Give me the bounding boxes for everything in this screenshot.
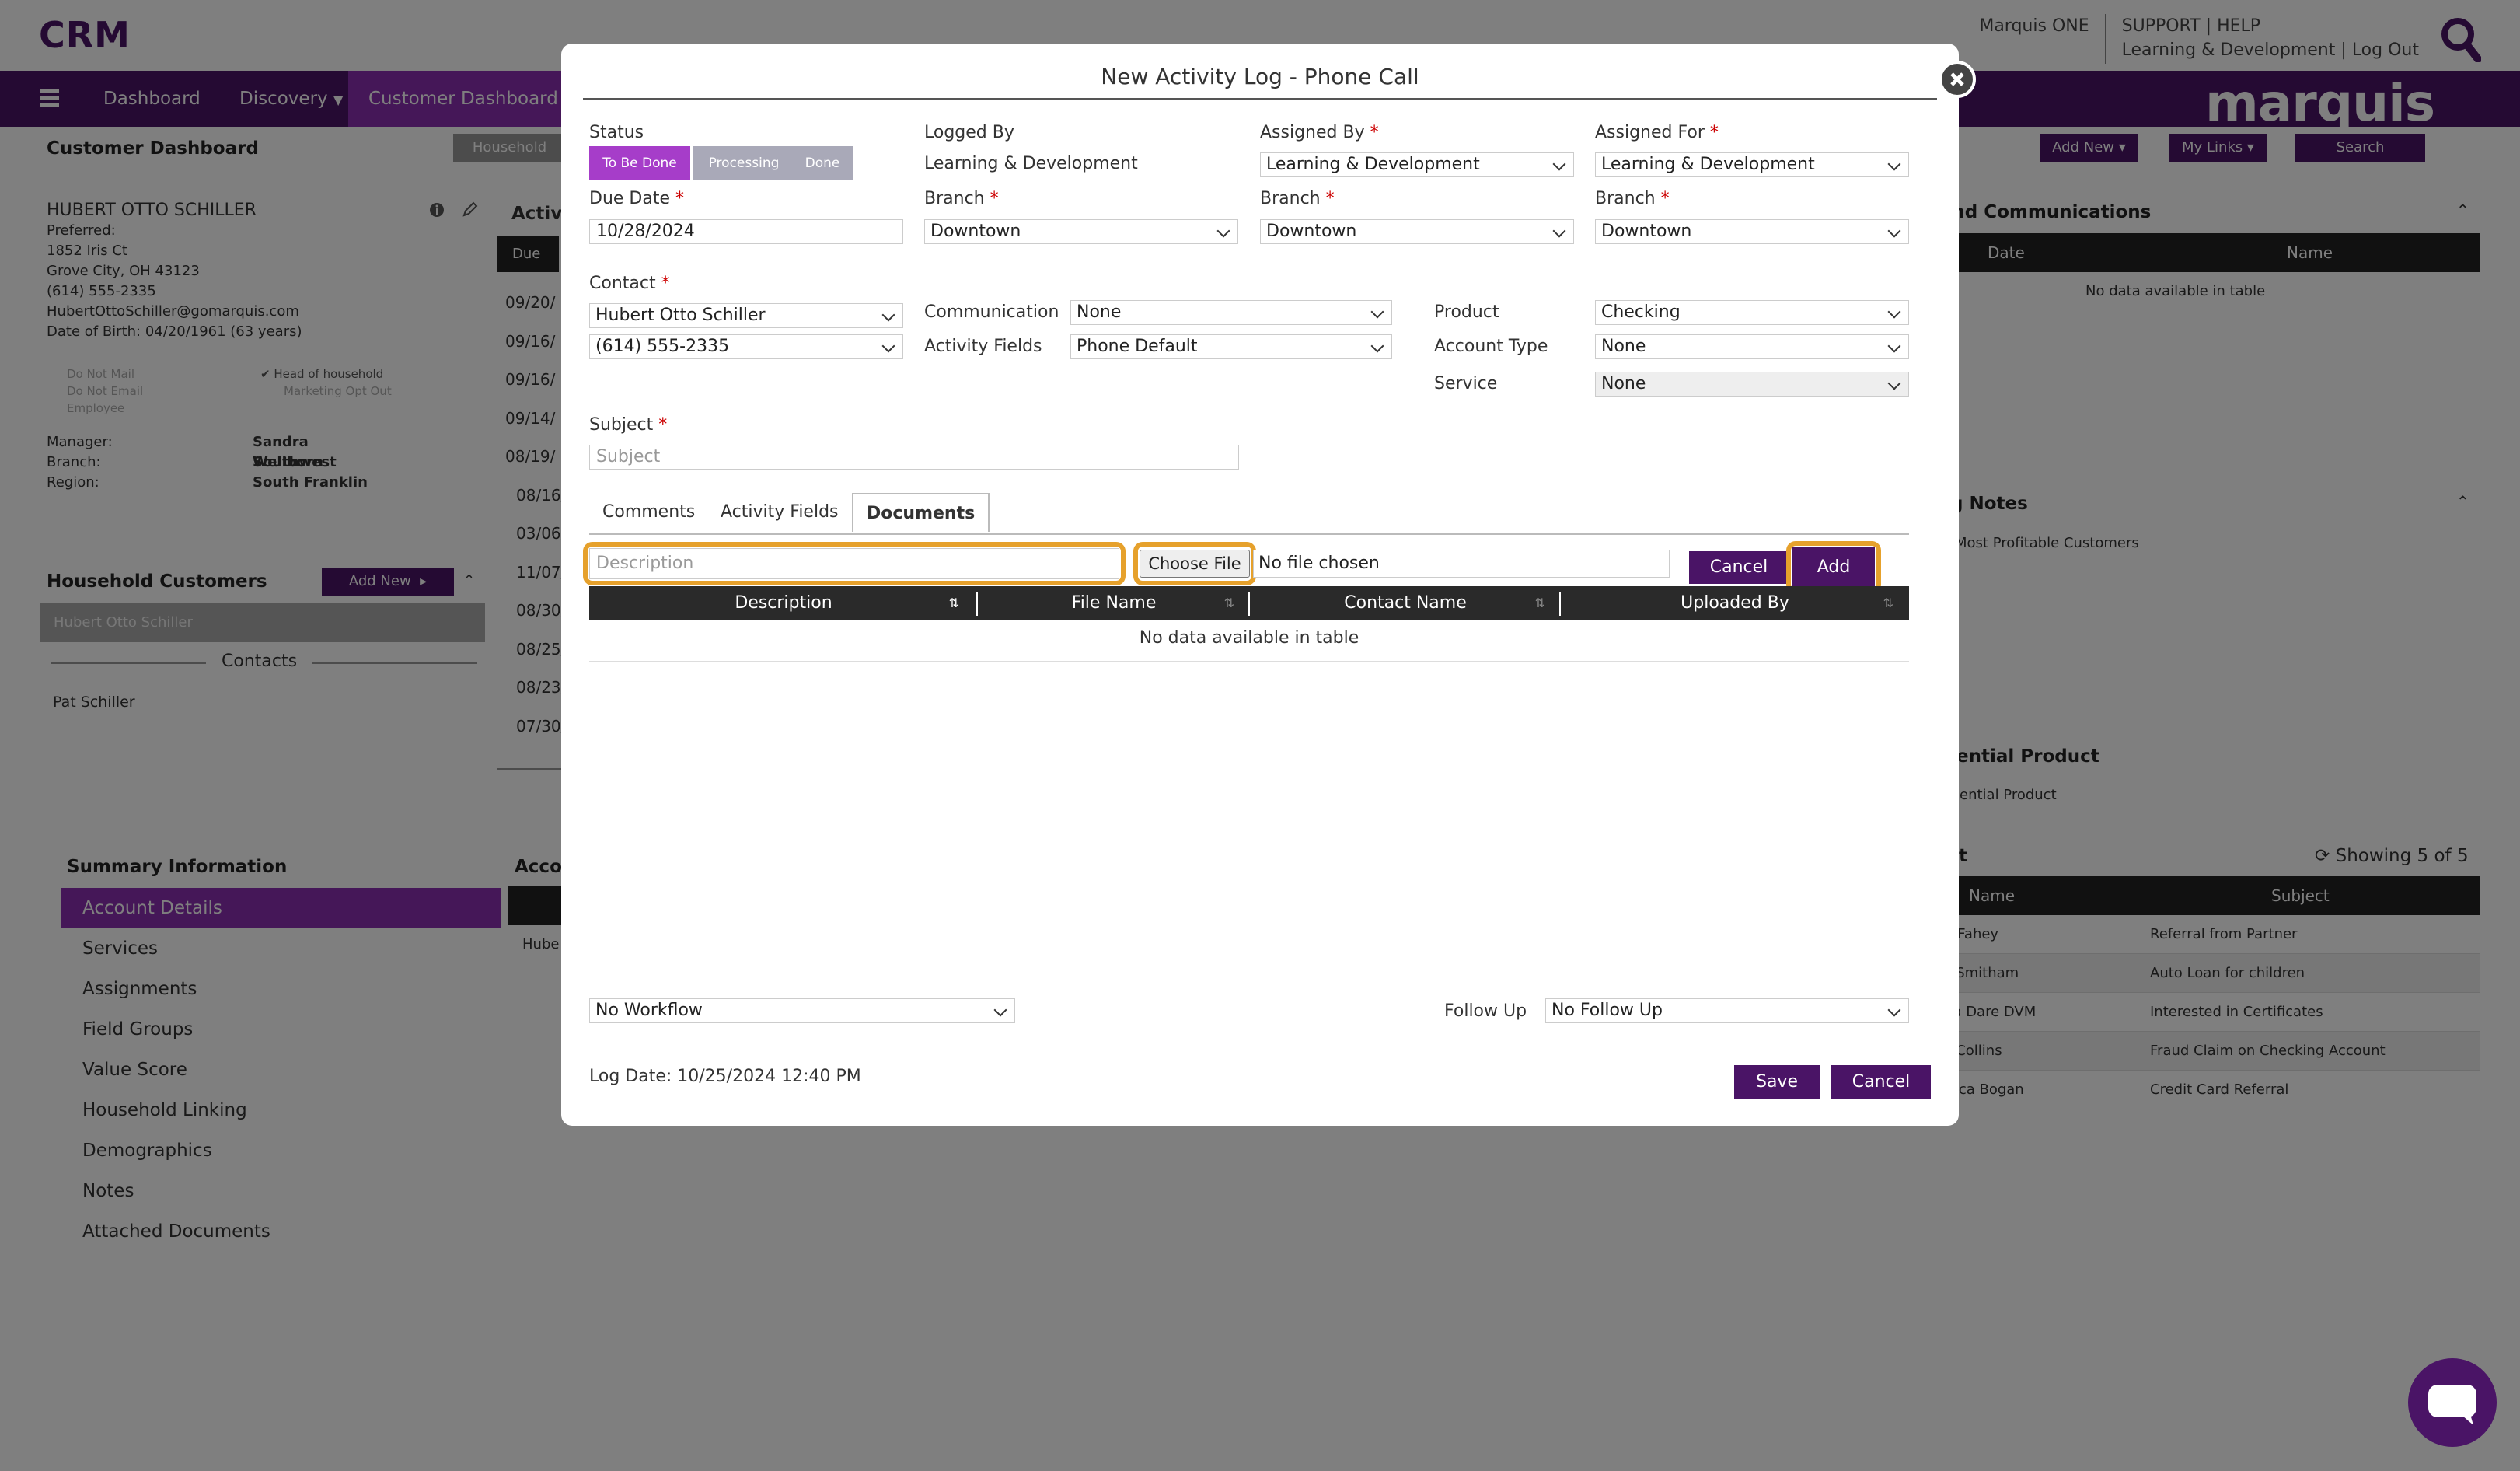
branch-label: Branch *	[924, 189, 999, 208]
account-type-label: Account Type	[1434, 337, 1548, 356]
chevron-down-icon	[1887, 376, 1901, 390]
th-contact-name[interactable]: Contact Name ⇅	[1250, 586, 1561, 620]
workflow-select[interactable]: No Workflow	[589, 998, 1015, 1023]
chevron-down-icon	[881, 339, 895, 353]
sort-icon: ⇅	[948, 596, 959, 610]
chevron-down-icon	[1216, 224, 1230, 238]
assigned-by-branch-select[interactable]: Downtown	[1260, 219, 1574, 244]
branch-label: Branch *	[1595, 189, 1670, 208]
branch-label: Branch *	[1260, 189, 1335, 208]
assigned-for-select[interactable]: Learning & Development	[1595, 152, 1909, 177]
chevron-down-icon	[1887, 224, 1901, 238]
contact-phone-select[interactable]: (614) 555-2335	[589, 334, 903, 359]
communication-select[interactable]: None	[1070, 300, 1392, 325]
save-button[interactable]: Save	[1734, 1065, 1820, 1099]
assigned-for-label: Assigned For *	[1595, 123, 1719, 142]
description-input[interactable]: Description	[589, 548, 1119, 579]
follow-up-label: Follow Up	[1444, 1001, 1527, 1021]
communication-label: Communication	[924, 302, 1059, 322]
service-label: Service	[1434, 374, 1498, 393]
service-select[interactable]: None	[1595, 372, 1909, 397]
logged-branch-select[interactable]: Downtown	[924, 219, 1238, 244]
document-cancel-button[interactable]: Cancel	[1689, 551, 1789, 584]
activity-fields-select[interactable]: Phone Default	[1070, 334, 1392, 359]
assigned-by-label: Assigned By *	[1260, 123, 1379, 142]
th-description[interactable]: Description ⇅	[589, 586, 978, 620]
assigned-for-branch-select[interactable]: Downtown	[1595, 219, 1909, 244]
chevron-down-icon	[1370, 339, 1384, 353]
chevron-down-icon	[1887, 157, 1901, 171]
subject-input[interactable]: Subject	[589, 445, 1239, 470]
chat-button[interactable]	[2408, 1358, 2497, 1447]
status-to-be-done-button[interactable]: To Be Done	[589, 146, 690, 180]
tab-activity-fields[interactable]: Activity Fields	[707, 493, 852, 532]
choose-file-button[interactable]: Choose File	[1140, 550, 1250, 578]
document-add-button[interactable]: Add	[1792, 547, 1875, 588]
log-date: Log Date: 10/25/2024 12:40 PM	[589, 1067, 861, 1086]
chevron-down-icon	[881, 308, 895, 322]
chevron-down-icon	[1887, 339, 1901, 353]
subject-label: Subject *	[589, 415, 668, 435]
follow-up-select[interactable]: No Follow Up	[1545, 998, 1909, 1023]
due-date-label: Due Date *	[589, 189, 684, 208]
logged-by-value: Learning & Development	[924, 154, 1138, 173]
status-label: Status	[589, 123, 644, 142]
close-icon[interactable]	[1939, 61, 1976, 98]
sort-icon: ⇅	[1223, 596, 1234, 610]
sort-icon: ⇅	[1534, 596, 1545, 610]
product-label: Product	[1434, 302, 1499, 322]
due-date-input[interactable]: 10/28/2024	[589, 219, 903, 244]
sort-icon: ⇅	[1883, 596, 1893, 610]
product-select[interactable]: Checking	[1595, 300, 1909, 325]
contact-select[interactable]: Hubert Otto Schiller	[589, 303, 903, 328]
modal-title: New Activity Log - Phone Call	[1101, 64, 1419, 89]
th-uploaded-by[interactable]: Uploaded By ⇅	[1561, 586, 1909, 620]
chevron-down-icon	[1552, 224, 1566, 238]
chevron-down-icon	[993, 1003, 1007, 1017]
activity-fields-label: Activity Fields	[924, 337, 1042, 356]
chevron-down-icon	[1370, 305, 1384, 319]
account-type-select[interactable]: None	[1595, 334, 1909, 359]
chat-icon	[2428, 1385, 2476, 1425]
status-processing-button[interactable]: Processing	[693, 146, 794, 180]
tab-documents[interactable]: Documents	[852, 493, 990, 532]
tab-comments[interactable]: Comments	[589, 493, 708, 532]
assigned-by-select[interactable]: Learning & Development	[1260, 152, 1574, 177]
documents-empty-message: No data available in table	[1139, 628, 1359, 648]
th-file-name[interactable]: File Name ⇅	[978, 586, 1250, 620]
status-done-button[interactable]: Done	[791, 146, 853, 180]
chevron-down-icon	[1887, 1003, 1901, 1017]
logged-by-label: Logged By	[924, 123, 1014, 142]
chevron-down-icon	[1552, 157, 1566, 171]
cancel-button[interactable]: Cancel	[1831, 1065, 1931, 1099]
contact-label: Contact *	[589, 274, 670, 293]
chevron-down-icon	[1887, 305, 1901, 319]
file-name-display: No file chosen	[1253, 550, 1670, 578]
